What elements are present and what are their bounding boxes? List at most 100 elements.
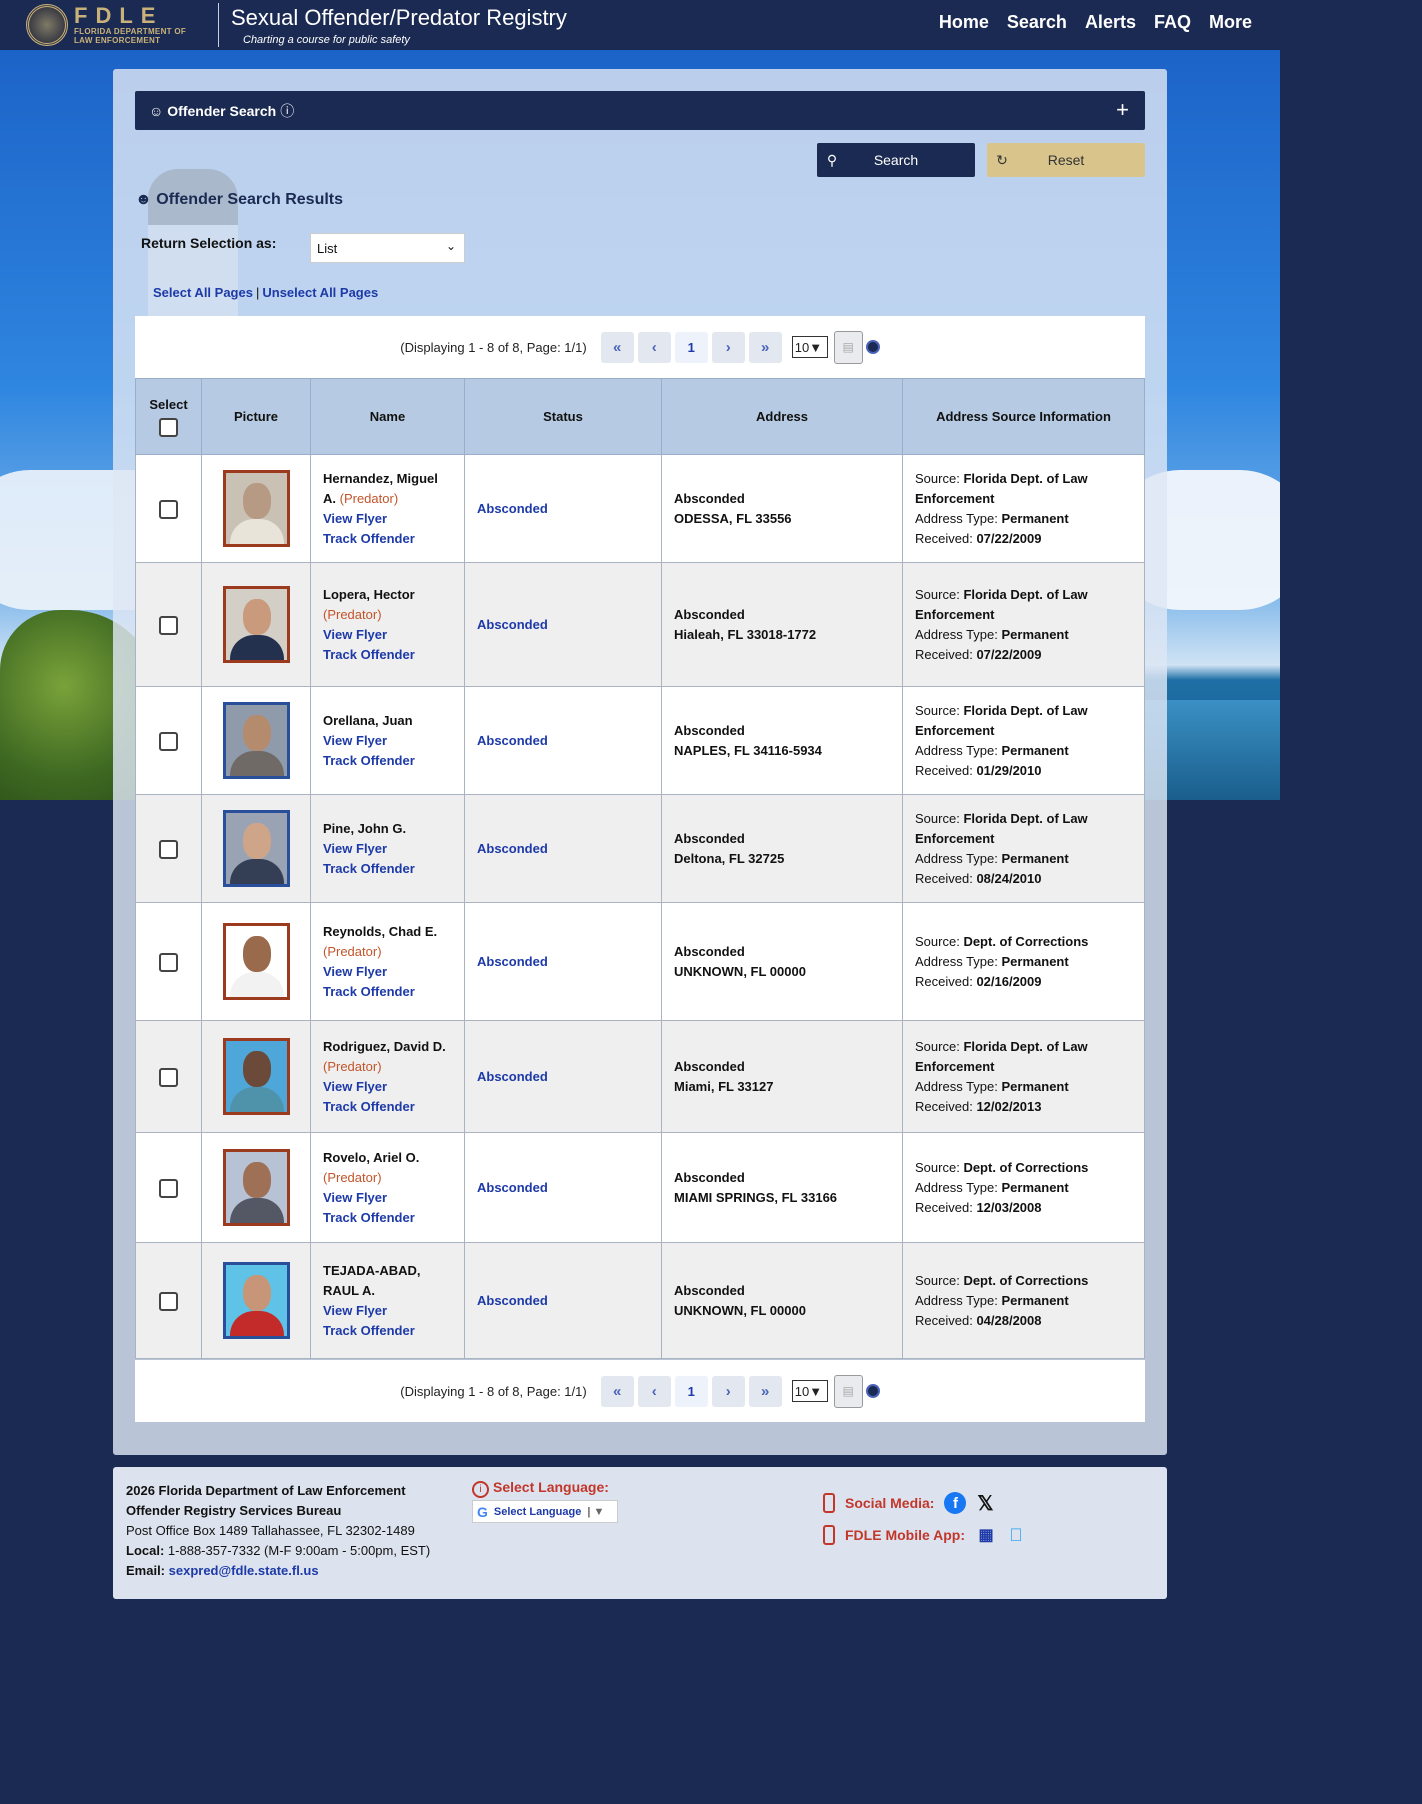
status-link[interactable]: Absconded [477,617,548,632]
apple-icon[interactable]:  [1005,1524,1027,1546]
cell-status: Absconded [464,562,662,687]
pager-bottom: (Displaying 1 - 8 of 8, Page: 1/1) « ‹ 1… [135,1360,1145,1422]
track-offender-link[interactable]: Track Offender [323,753,415,768]
status-link[interactable]: Absconded [477,1069,548,1084]
address-line-1: Absconded [674,490,745,506]
prev-page-button[interactable]: ‹ [637,1375,671,1407]
expand-plus-icon[interactable]: + [1116,97,1129,123]
status-link[interactable]: Absconded [477,1293,548,1308]
offender-photo[interactable] [222,1262,290,1339]
status-link[interactable]: Absconded [477,954,548,969]
status-link[interactable]: Absconded [477,1180,548,1195]
site-header: FDLE FLORIDA DEPARTMENT OF LAW ENFORCEME… [0,0,1422,50]
offender-photo[interactable] [222,1038,290,1115]
google-translate-select[interactable]: G Select Language | ▼ [472,1500,618,1523]
x-twitter-icon[interactable]: 𝕏 [974,1492,996,1515]
export-doc-icon[interactable]: ▤ [833,330,863,364]
row-checkbox[interactable] [159,1067,178,1087]
offender-photo[interactable] [222,810,290,887]
info-icon[interactable]: ⓘ [280,101,294,121]
export-doc-icon[interactable]: ▤ [833,1374,863,1408]
view-flyer-link[interactable]: View Flyer [323,733,387,748]
footer-email-label: Email: [126,1563,166,1578]
received-label: Received: [915,1312,973,1328]
offender-search-panel-header[interactable]: ☺ Offender Search ⓘ + [135,91,1145,130]
last-page-button[interactable]: » [748,331,782,363]
address-type-label: Address Type: [915,953,998,969]
nav-more[interactable]: More [1209,12,1252,33]
offender-photo[interactable] [222,702,290,779]
first-page-button[interactable]: « [600,331,634,363]
row-checkbox[interactable] [159,615,178,635]
view-flyer-link[interactable]: View Flyer [323,1303,387,1318]
address-line-1: Absconded [674,830,745,846]
row-checkbox[interactable] [159,499,178,519]
view-flyer-link[interactable]: View Flyer [323,511,387,526]
nav-search[interactable]: Search [1007,12,1067,33]
prev-page-button[interactable]: ‹ [637,331,671,363]
offender-photo[interactable] [222,923,290,1000]
view-flyer-link[interactable]: View Flyer [323,1190,387,1205]
next-page-button[interactable]: › [711,331,745,363]
facebook-icon[interactable]: f [944,1492,967,1514]
unselect-all-pages-link[interactable]: Unselect All Pages [262,285,378,300]
row-checkbox[interactable] [159,1291,178,1311]
search-button[interactable]: ⚲ Search [817,143,975,177]
android-icon[interactable]: ▦ [975,1524,997,1546]
select-all-pages-link[interactable]: Select All Pages [153,285,253,300]
nav-faq[interactable]: FAQ [1154,12,1191,33]
photo-face [242,1162,271,1198]
view-flyer-link[interactable]: View Flyer [323,1079,387,1094]
track-offender-link[interactable]: Track Offender [323,1099,415,1114]
status-link[interactable]: Absconded [477,841,548,856]
nav-home[interactable]: Home [939,12,989,33]
predator-label: (Predator) [323,1169,382,1185]
track-offender-link[interactable]: Track Offender [323,861,415,876]
cell-select [135,1020,202,1133]
current-page-button[interactable]: 1 [674,331,708,363]
row-checkbox[interactable] [159,952,178,972]
track-offender-link[interactable]: Track Offender [323,1210,415,1225]
cell-status: Absconded [464,454,662,563]
refresh-icon: ↻ [996,151,1008,168]
reset-button[interactable]: ↻ Reset [987,143,1145,177]
nav-alerts[interactable]: Alerts [1085,12,1136,33]
offender-photo[interactable] [222,470,290,547]
current-page-button[interactable]: 1 [674,1375,708,1407]
select-all-checkbox[interactable] [159,417,178,437]
logo-fdle: FDLE [74,3,164,28]
track-offender-link[interactable]: Track Offender [323,647,415,662]
view-flyer-link[interactable]: View Flyer [323,627,387,642]
track-offender-link[interactable]: Track Offender [323,984,415,999]
view-flyer-link[interactable]: View Flyer [323,841,387,856]
source-label: Source: [915,1159,960,1175]
status-link[interactable]: Absconded [477,501,548,516]
link-separator: | [255,285,260,300]
row-checkbox[interactable] [159,839,178,859]
address-line-2: Miami, FL 33127 [674,1078,774,1094]
first-page-button[interactable]: « [600,1375,634,1407]
footer-email-link[interactable]: sexpred@fdle.state.fl.us [169,1563,319,1578]
return-selection-select[interactable]: List ⌄ [310,233,465,263]
save-icon[interactable] [865,340,880,354]
received-value: 07/22/2009 [976,646,1042,662]
fdle-logo[interactable]: FDLE FLORIDA DEPARTMENT OF LAW ENFORCEME… [26,2,216,48]
offender-photo[interactable] [222,1149,290,1226]
offender-photo[interactable] [222,586,290,663]
next-page-button[interactable]: › [711,1375,745,1407]
page-size-select[interactable]: 10 ▼ [791,336,828,358]
row-checkbox[interactable] [159,1178,178,1198]
cell-picture [201,1132,311,1243]
row-checkbox[interactable] [159,731,178,751]
view-flyer-link[interactable]: View Flyer [323,964,387,979]
last-page-button[interactable]: » [748,1375,782,1407]
track-offender-link[interactable]: Track Offender [323,531,415,546]
received-label: Received: [915,646,973,662]
track-offender-link[interactable]: Track Offender [323,1323,415,1338]
page-size-select[interactable]: 10 ▼ [791,1380,828,1402]
cell-address-source: Source: Florida Dept. of Law Enforcement… [902,1020,1145,1133]
select-links: Select All Pages | Unselect All Pages [153,285,378,300]
status-link[interactable]: Absconded [477,733,548,748]
address-type-value: Permanent [1001,510,1069,526]
save-icon[interactable] [865,1384,880,1398]
